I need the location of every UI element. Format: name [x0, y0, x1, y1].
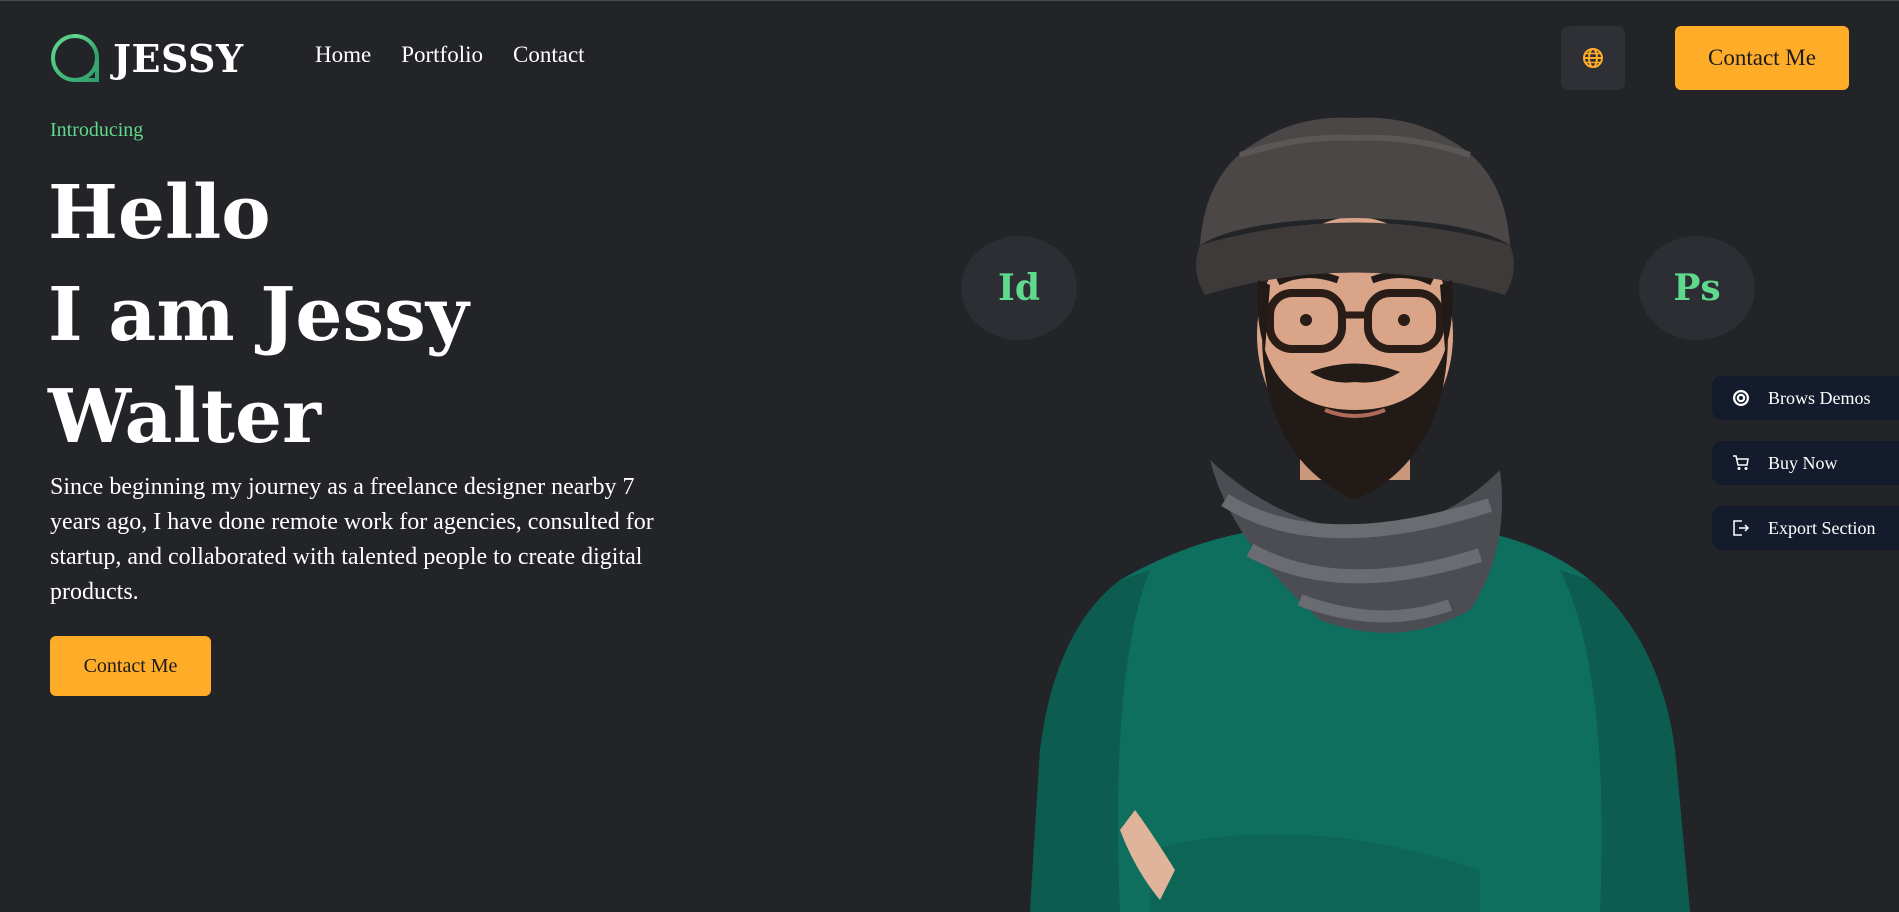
globe-icon [1583, 48, 1603, 68]
portrait-image [1030, 117, 1690, 912]
header-contact-button[interactable]: Contact Me [1675, 26, 1849, 90]
headline-line-2: I am Jessy [48, 272, 469, 358]
skill-indesign: Id [961, 236, 1077, 340]
headline-line-3: Walter [48, 374, 321, 460]
logo-text: JESSY [113, 35, 244, 81]
hero-contact-button[interactable]: Contact Me [50, 636, 211, 696]
buy-now-label: Buy Now [1768, 452, 1838, 473]
nav-portfolio[interactable]: Portfolio [401, 42, 483, 68]
main-nav: Home Portfolio Contact [315, 42, 585, 68]
skill-photoshop: Ps [1639, 236, 1755, 340]
demos-icon [1730, 387, 1752, 409]
export-section-label: Export Section [1768, 517, 1876, 538]
top-border [0, 0, 1899, 1]
hero-headline: Hello I am Jessy Walter [48, 162, 469, 468]
hero-bio: Since beginning my journey as a freelanc… [50, 474, 654, 605]
logo[interactable]: JESSY [49, 28, 244, 88]
cart-icon [1730, 452, 1752, 474]
browse-demos-label: Brows Demos [1768, 387, 1871, 408]
intro-label: Introducing [50, 119, 144, 141]
buy-now-button[interactable]: Buy Now [1712, 441, 1899, 485]
browse-demos-button[interactable]: Brows Demos [1712, 376, 1899, 420]
export-icon [1730, 517, 1752, 539]
nav-home[interactable]: Home [315, 42, 371, 68]
language-button[interactable] [1561, 26, 1625, 90]
export-section-button[interactable]: Export Section [1712, 506, 1899, 550]
nav-contact[interactable]: Contact [513, 42, 585, 68]
logo-mark-icon [51, 34, 99, 82]
headline-line-1: Hello [48, 170, 271, 256]
